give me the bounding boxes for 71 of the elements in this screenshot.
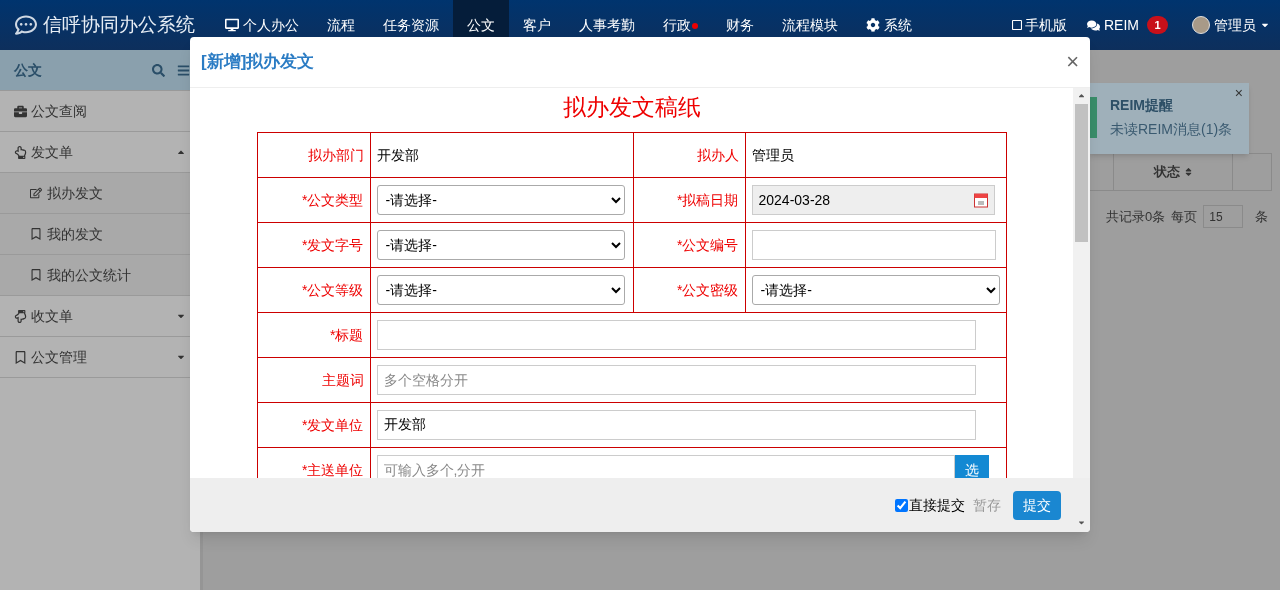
scrollbar[interactable] [1073,88,1090,478]
nav-tab[interactable]: 客户 [509,0,565,50]
search-icon[interactable] [152,63,165,77]
avatar [1192,16,1210,34]
nav-tab[interactable]: 人事考勤 [565,0,649,50]
text-field[interactable]: 多个空格分开 [376,365,976,395]
field-label: *标题 [330,325,364,345]
close-button[interactable]: × [1066,51,1079,73]
page-size-field[interactable]: 15 [1203,205,1244,228]
field-value: 管理员 [750,145,795,165]
hand-icon [14,309,27,323]
field-label: 主题词 [321,370,364,390]
monitor-icon [225,18,239,32]
field-label: *公文密级 [677,280,739,300]
record-count: 共记录0条 [1106,207,1166,226]
sidebar-title: 公文 [14,60,43,80]
select-field[interactable]: -请选择- [376,230,625,260]
field-label: 拟办部门 [307,145,364,165]
field-label: *发文字号 [302,235,364,255]
field-label: 拟办人 [696,145,739,165]
field-value: 开发部 [375,145,420,165]
nav-tab[interactable]: 系统 [852,0,926,50]
text-field[interactable]: 开发部 [376,410,976,440]
close-button[interactable]: × [1234,83,1243,104]
nav-tab[interactable]: 流程模块 [768,0,852,50]
nav-tab[interactable]: 个人办公 [211,0,313,50]
nav-tab[interactable]: 财务 [712,0,768,50]
select-field[interactable]: -请选择- [376,275,625,305]
reim-link[interactable]: REIM 1 [1077,14,1178,36]
nav-tab[interactable]: 任务资源 [369,0,453,50]
field-label: *公文编号 [677,235,739,255]
field-label: *发文单位 [302,415,364,435]
count-badge: 1 [1147,16,1168,34]
scroll-down-icon[interactable] [1077,518,1086,527]
checkbox[interactable] [895,498,908,512]
user-menu[interactable]: 管理员 [1178,14,1280,36]
field-label: *公文类型 [302,190,364,210]
briefcase-icon [14,104,27,118]
hand-icon [14,145,27,159]
sort-icon [1183,167,1193,177]
settings-icon [866,18,880,32]
bookmark-icon [14,350,27,364]
calendar-icon[interactable] [973,192,988,208]
toast-title: REIM提醒 [1110,96,1174,115]
chat-icon [1087,18,1100,32]
form-title: 拟办发文稿纸 [561,93,702,122]
nav-tab[interactable]: 流程 [313,0,369,50]
select-field[interactable]: -请选择- [751,275,1000,305]
menu-icon[interactable] [177,63,190,77]
text-field[interactable] [751,230,996,260]
dialog-title: [新增]拟办发文 [201,51,316,74]
toast-message: 未读REIM消息(1)条 [1110,120,1233,139]
logo-icon [15,14,37,36]
per-page-label: 每页 [1171,207,1198,226]
choose-button[interactable]: 选 [954,455,989,478]
scroll-up-icon[interactable] [1077,91,1086,100]
field-label: *公文等级 [302,280,364,300]
field-label: *拟稿日期 [677,190,739,210]
bookmark-icon [30,228,42,240]
scroll-thumb[interactable] [1075,104,1088,242]
app-title: 信呼协同办公系统 [43,12,195,37]
select-field[interactable]: -请选择- [376,185,625,215]
field-label: *主送单位 [302,460,364,478]
unit-label: 条 [1255,207,1269,226]
checkbox-label: 直接提交 [909,495,965,515]
bookmark-icon [30,269,42,281]
text-field[interactable] [376,320,976,350]
date-field[interactable]: 2024-03-28 [751,185,995,215]
edit-icon [30,187,42,199]
mobile-link[interactable]: 手机版 [1002,14,1077,36]
submit-button[interactable]: 提交 [1013,490,1061,520]
